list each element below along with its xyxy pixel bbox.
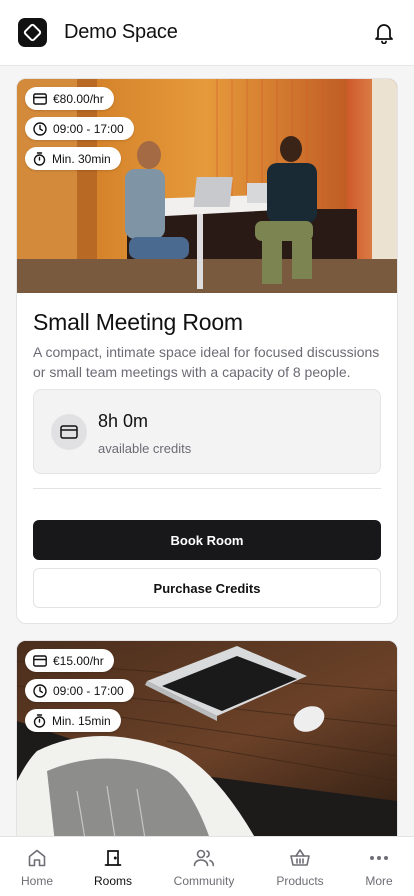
tab-label: Rooms [93, 874, 132, 888]
room-title: Small Meeting Room [33, 309, 243, 335]
app-title: Demo Space [64, 21, 178, 43]
users-icon [193, 847, 215, 869]
app-header: Demo Space [0, 0, 414, 66]
bell-icon[interactable] [372, 21, 396, 45]
clock-icon [33, 121, 47, 136]
price-badge: €80.00/hr [25, 87, 114, 110]
bottom-tab-bar: Home Rooms Community Products More [0, 836, 414, 896]
hours-badge: 09:00 - 17:00 [25, 679, 134, 702]
tab-rooms[interactable]: Rooms [86, 837, 140, 896]
tab-label: More [365, 874, 393, 888]
min-booking-text: Min. 30min [52, 151, 111, 166]
room-card[interactable]: €15.00/hr 09:00 - 17:00 Min. 15min [16, 640, 398, 836]
min-booking-badge: Min. 15min [25, 709, 121, 732]
min-booking-badge: Min. 30min [25, 147, 121, 170]
price-badge: €15.00/hr [25, 649, 114, 672]
min-booking-text: Min. 15min [52, 713, 111, 728]
hours-text: 09:00 - 17:00 [53, 683, 124, 698]
tab-products[interactable]: Products [268, 837, 332, 896]
basket-icon [289, 847, 311, 869]
stopwatch-icon [33, 151, 46, 166]
rooms-feed[interactable]: €80.00/hr 09:00 - 17:00 Min. 30min Small… [0, 66, 414, 836]
credits-panel: 8h 0m available credits [33, 389, 381, 474]
credit-card-icon [33, 654, 47, 667]
credit-card-icon [33, 92, 47, 105]
more-dots-icon [369, 847, 389, 869]
tab-more[interactable]: More [356, 837, 402, 896]
room-card[interactable]: €80.00/hr 09:00 - 17:00 Min. 30min Small… [16, 78, 398, 624]
price-text: €15.00/hr [53, 653, 104, 668]
hours-badge: 09:00 - 17:00 [25, 117, 134, 140]
tab-home[interactable]: Home [9, 837, 65, 896]
hours-text: 09:00 - 17:00 [53, 121, 124, 136]
credits-value: 8h 0m [98, 411, 149, 431]
book-room-button[interactable]: Book Room [33, 520, 381, 560]
credit-card-icon [51, 414, 87, 450]
room-photo: €15.00/hr 09:00 - 17:00 Min. 15min [17, 641, 397, 836]
price-text: €80.00/hr [53, 91, 104, 106]
purchase-credits-button[interactable]: Purchase Credits [33, 568, 381, 608]
room-description: A compact, intimate space ideal for focu… [33, 344, 380, 380]
tab-label: Community [173, 874, 235, 888]
tab-community[interactable]: Community [166, 837, 242, 896]
credits-label: available credits [98, 441, 192, 456]
home-icon [27, 847, 47, 869]
door-icon [103, 847, 123, 869]
tab-label: Home [20, 874, 53, 888]
diamond-logo-icon[interactable] [18, 18, 47, 47]
clock-icon [33, 683, 47, 698]
tab-label: Products [276, 874, 324, 888]
room-photo: €80.00/hr 09:00 - 17:00 Min. 30min [17, 79, 397, 293]
divider [33, 488, 381, 489]
stopwatch-icon [33, 713, 46, 728]
